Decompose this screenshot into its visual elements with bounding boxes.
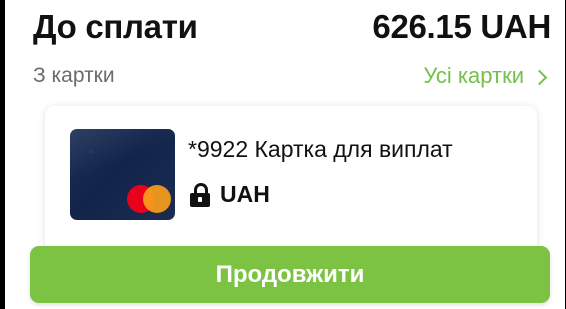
card-name: *9922 Картка для виплат	[188, 136, 453, 162]
card-currency-text: UAH	[220, 181, 270, 207]
selected-card[interactable]: *9922 Картка для виплат UAH	[45, 106, 537, 256]
all-cards-label: Усі картки	[423, 63, 524, 88]
lock-icon	[190, 182, 210, 207]
payment-source-label: З картки	[33, 64, 115, 87]
chevron-right-icon	[531, 69, 548, 85]
card-image	[70, 129, 175, 220]
all-cards-link[interactable]: Усі картки	[423, 63, 548, 89]
payment-amount: 626.15 UAH	[372, 8, 551, 45]
payment-screen: До сплати 626.15 UAH З картки Усі картки…	[5, 0, 565, 309]
mastercard-icon	[127, 185, 173, 213]
continue-button[interactable]: Продовжити	[30, 246, 550, 303]
payment-title: До сплати	[33, 8, 198, 45]
card-currency: UAH	[190, 181, 270, 208]
